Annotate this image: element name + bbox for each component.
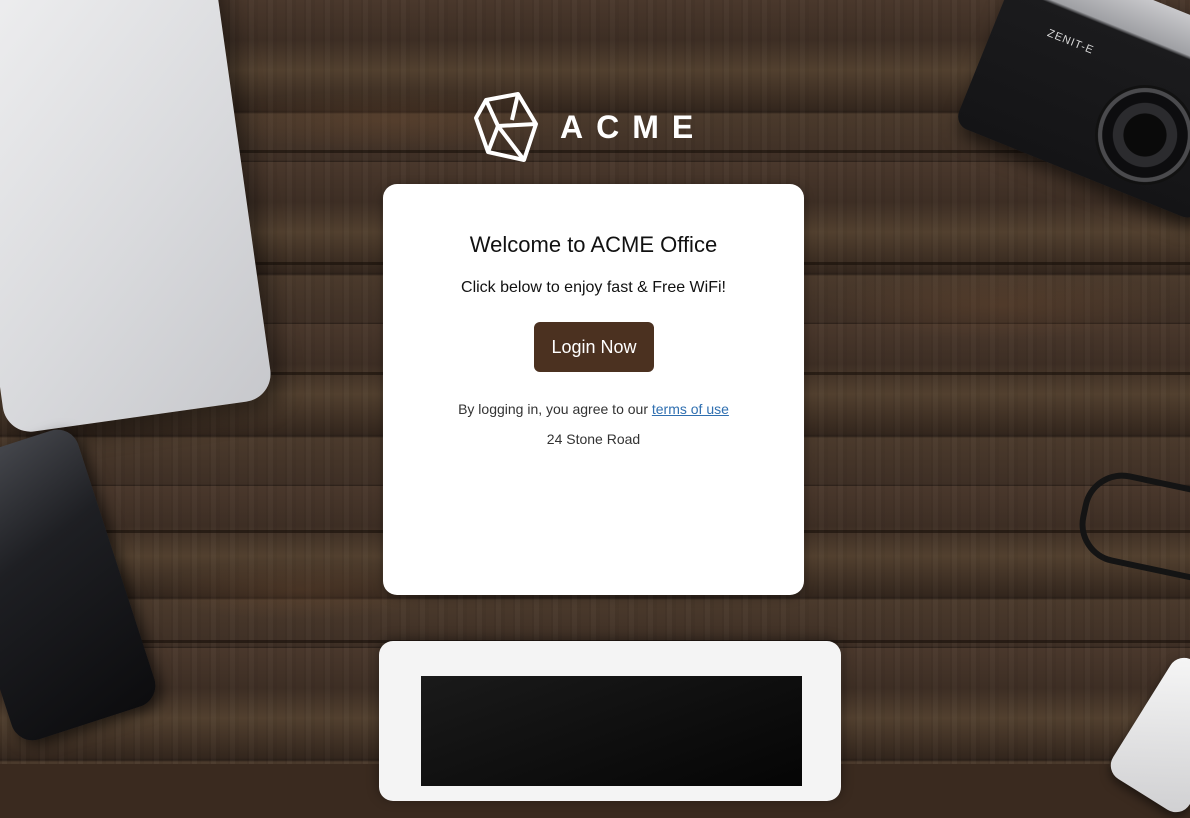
login-button[interactable]: Login Now [534, 322, 654, 372]
terms-prefix: By logging in, you agree to our [458, 401, 652, 417]
terms-notice: By logging in, you agree to our terms of… [383, 401, 804, 417]
wifi-subtitle: Click below to enjoy fast & Free WiFi! [461, 279, 726, 296]
brand-name: ACME [560, 108, 707, 145]
camera-lens-photo [1095, 85, 1190, 185]
brand-logo: ACME [472, 90, 706, 164]
terms-of-use-link[interactable]: terms of use [652, 401, 729, 417]
wood-grain [820, 270, 1180, 340]
login-card: Welcome to ACME Office Click below to en… [383, 184, 804, 595]
welcome-title: Welcome to ACME Office [469, 232, 718, 257]
venue-address: 24 Stone Road [546, 431, 641, 447]
tablet-screen [421, 676, 802, 786]
cube-outline-icon [474, 92, 538, 162]
